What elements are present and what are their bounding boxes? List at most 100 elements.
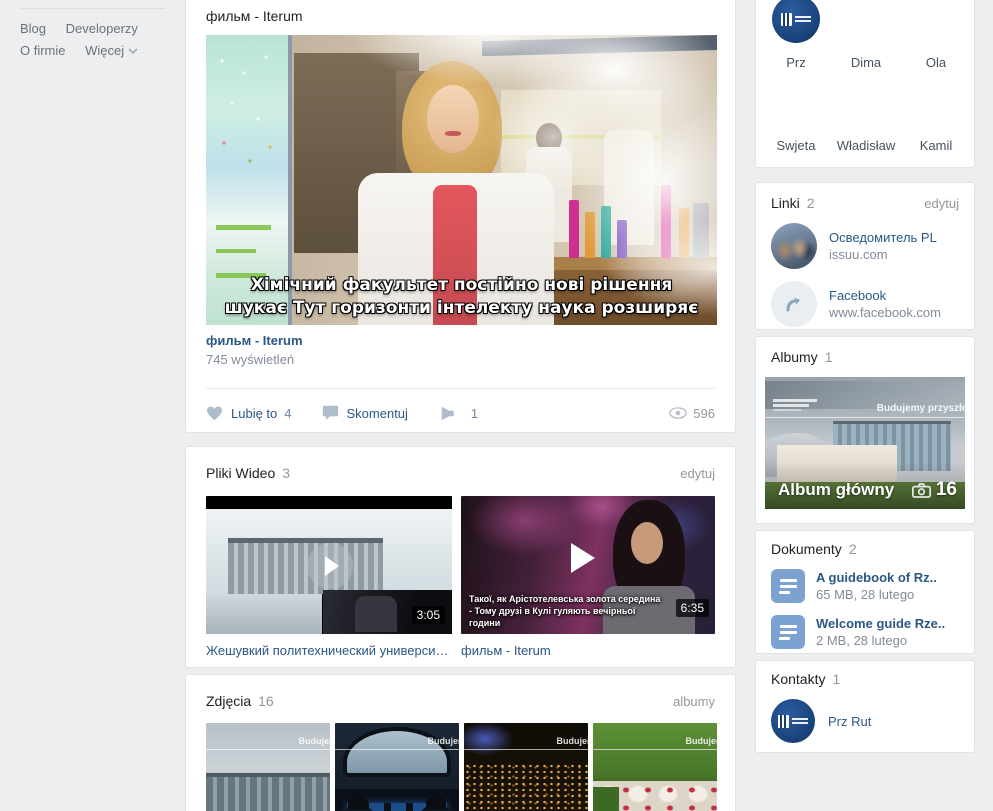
video-files-card: Pliki Wideo 3 edytuj 3:05 Такої, як Аріс	[185, 446, 736, 668]
document-item-guidebook[interactable]: A guidebook of Rz.. 65 MB, 28 lutego	[771, 569, 959, 603]
politechnika-logo-mark	[781, 13, 792, 26]
video2-subtitle-line2: - Тому друзі в Кулі гуляють вечірньої го…	[469, 605, 669, 629]
post-video-player[interactable]: Хімічний факультет постійно нові рішення…	[206, 35, 717, 325]
like-button[interactable]: Lubię to 4	[206, 406, 292, 421]
link-title[interactable]: Facebook	[829, 288, 941, 304]
video-captions-row: Жешувкий политехнический университет... …	[206, 643, 715, 658]
video-files-title: Pliki Wideo	[206, 465, 275, 481]
video-scene-person3-coat	[604, 130, 654, 245]
video-files-count: 3	[282, 465, 290, 481]
document-title[interactable]: A guidebook of Rz..	[816, 570, 937, 586]
photo-thumbnail-folk-dancers[interactable]: Budujemy	[593, 723, 717, 811]
watermark-text: Budujemy przyszłość	[877, 403, 965, 414]
chevron-down-icon	[128, 48, 138, 54]
nav-link-about[interactable]: O firmie	[20, 43, 66, 59]
album-thumbnail-main[interactable]: Budujemy przyszłość Album główny 16	[765, 377, 965, 509]
photos-count: 16	[258, 693, 274, 709]
photo3-stage-light	[464, 723, 534, 763]
video2-subtitle-line1: Такої, як Арістотелевська золота середин…	[469, 593, 669, 605]
document-file-icon	[771, 615, 805, 649]
documents-header: Dokumenty 2	[771, 541, 959, 557]
like-label: Lubię to	[231, 406, 277, 421]
photo2-windshield	[343, 727, 451, 777]
albums-card: Albumy 1 Budujemy przyszłość Album główn…	[755, 336, 975, 524]
play-icon	[307, 543, 353, 589]
photos-title: Zdjęcia	[206, 693, 251, 709]
watermark-text: Budujemy	[427, 736, 459, 746]
photos-card: Zdjęcia 16 albumy Budujemy Budujemy	[185, 674, 736, 811]
post-video-caption-link[interactable]: фильм - Iterum	[206, 333, 715, 348]
footer-nav: Blog Developerzy O firmie Więcej	[20, 21, 180, 65]
album-photo-count: 16	[912, 479, 957, 501]
document-text: Welcome guide Rze.. 2 MB, 28 lutego	[816, 616, 945, 649]
photo-thumbnail-concert[interactable]: Budujemy	[464, 723, 588, 811]
friend-link-swjeta[interactable]: Swjeta	[761, 138, 831, 153]
link-item-facebook[interactable]: Facebook www.facebook.com	[771, 281, 959, 327]
contact-item-prz-rut[interactable]: Prz Rut	[771, 699, 959, 743]
video2-caption-link[interactable]: фильм - Iterum	[461, 643, 715, 658]
post-view-count: 596	[693, 406, 715, 421]
nav-link-blog[interactable]: Blog	[20, 21, 46, 37]
heart-icon	[206, 406, 223, 421]
documents-card: Dokumenty 2 A guidebook of Rz.. 65 MB, 2…	[755, 530, 975, 654]
watermark-line	[206, 749, 330, 750]
comment-label: Skomentuj	[347, 406, 408, 421]
video-subtitle-line1: Хімічний факультет постійно нові рішення	[206, 274, 717, 297]
photos-albums-link[interactable]: albumy	[673, 694, 715, 709]
video-thumbnail-2[interactable]: Такої, як Арістотелевська золота середин…	[461, 496, 715, 634]
friend-link-kamil[interactable]: Kamil	[901, 138, 971, 153]
video2-duration-badge: 6:35	[676, 599, 709, 617]
album-title: Album główny	[778, 480, 894, 500]
document-meta: 65 MB, 28 lutego	[816, 587, 937, 603]
link-domain: www.facebook.com	[829, 305, 941, 321]
link-title[interactable]: Осведомитель PL	[829, 230, 937, 246]
politechnika-logo	[771, 699, 815, 743]
comment-button[interactable]: Skomentuj	[322, 405, 408, 421]
video-thumbnail-1[interactable]: 3:05	[206, 496, 452, 634]
video-scene-ceiling	[482, 35, 717, 56]
video1-duration-badge: 3:05	[412, 606, 445, 624]
nav-link-developers[interactable]: Developerzy	[66, 21, 138, 37]
video-subtitle-line2: шукає Тут горизонти інтелекту наука розш…	[206, 297, 717, 320]
links-edit-link[interactable]: edytuj	[924, 196, 959, 211]
friend-link-dima[interactable]: Dima	[831, 55, 901, 70]
video-thumbnails-row: 3:05 Такої, як Арістотелевська золота се…	[206, 496, 715, 634]
album-count-number: 16	[936, 479, 957, 501]
video1-car-seat	[355, 596, 397, 632]
photo-thumbnail-building[interactable]: Budujemy	[206, 723, 330, 811]
video-scene-molecule-diagram	[210, 43, 284, 193]
document-title[interactable]: Welcome guide Rze..	[816, 616, 945, 632]
video-scene-table	[527, 257, 717, 270]
photo-thumbnail-cockpit[interactable]: Budujemy	[335, 723, 459, 811]
contacts-card: Kontakty 1 Prz Rut	[755, 660, 975, 753]
contacts-title: Kontakty	[771, 671, 825, 687]
post-card: фильм - Iterum	[185, 0, 736, 433]
friend-avatar-prz[interactable]	[772, 0, 820, 43]
video1-caption-link[interactable]: Жешувкий политехнический университет...	[206, 643, 452, 658]
share-button[interactable]: 1	[438, 406, 478, 421]
document-item-welcome-guide[interactable]: Welcome guide Rze.. 2 MB, 28 lutego	[771, 615, 959, 649]
share-megaphone-icon	[438, 406, 456, 421]
photos-grid: Budujemy Budujemy Budujemy	[206, 723, 715, 811]
contact-avatar	[771, 699, 815, 743]
friend-link-wladislaw[interactable]: Władisław	[831, 138, 901, 153]
link-domain: issuu.com	[829, 247, 937, 263]
video2-subtitles: Такої, як Арістотелевська золота середин…	[469, 593, 669, 629]
document-meta: 2 MB, 28 lutego	[816, 633, 945, 649]
nav-row-1: Blog Developerzy	[20, 21, 180, 37]
document-text: A guidebook of Rz.. 65 MB, 28 lutego	[816, 570, 937, 603]
photos-header: Zdjęcia 16 albumy	[206, 693, 715, 709]
watermark-text: Budujemy	[685, 736, 717, 746]
politechnika-logo	[772, 0, 820, 43]
friend-link-ola[interactable]: Ola	[901, 55, 971, 70]
video-files-edit-link[interactable]: edytuj	[680, 466, 715, 481]
video-scene-cylinder-orange2	[679, 208, 689, 258]
friend-link-prz[interactable]: Prz	[761, 55, 831, 70]
albums-header: Albumy 1	[771, 349, 965, 365]
play-icon	[571, 543, 595, 573]
link-item-osvedomitel[interactable]: Осведомитель PL issuu.com	[771, 223, 959, 269]
nav-more-dropdown[interactable]: Więcej	[85, 43, 138, 59]
video1-bottom-left	[206, 594, 322, 634]
views-eye-icon	[669, 407, 687, 419]
contact-name-link[interactable]: Prz Rut	[828, 714, 871, 729]
